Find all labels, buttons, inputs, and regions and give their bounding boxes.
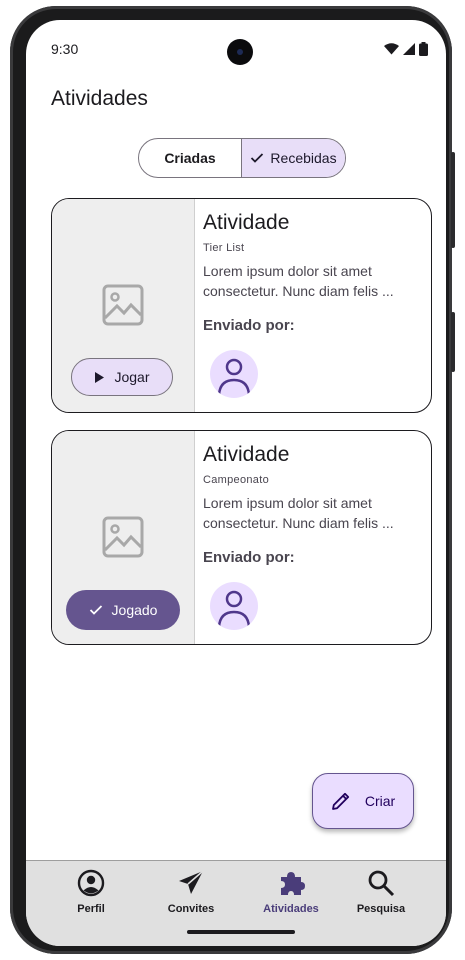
volume-button <box>451 312 455 372</box>
puzzle-icon <box>281 872 305 895</box>
nav-label-atividades: Atividades <box>263 903 319 915</box>
card-description: Lorem ipsum dolor sit amet consectetur. … <box>203 261 423 301</box>
play-button[interactable]: Jogar <box>71 358 173 396</box>
activity-thumbnail: Jogar <box>52 199 195 412</box>
send-icon <box>179 870 204 894</box>
status-time: 9:30 <box>51 41 79 57</box>
page-title: Atividades <box>51 87 148 110</box>
screen: 9:30 Atividades Criadas Recebidas Jogar … <box>26 20 446 946</box>
check-icon <box>251 153 264 163</box>
card-title: Atividade <box>203 211 290 234</box>
edit-pencil-icon <box>331 792 349 810</box>
nav-label-convites: Convites <box>167 903 215 915</box>
segment-recebidas-label: Recebidas <box>270 150 337 166</box>
played-button[interactable]: Jogado <box>66 590 180 630</box>
nav-item-convites[interactable]: Convites <box>141 869 241 915</box>
battery-icon <box>419 42 428 56</box>
segment-criadas[interactable]: Criadas <box>139 139 242 177</box>
create-fab[interactable]: Criar <box>312 773 414 829</box>
nav-item-pesquisa[interactable]: Pesquisa <box>331 869 431 915</box>
status-bar: 9:30 <box>26 20 446 65</box>
played-button-label: Jogado <box>111 602 158 618</box>
sender-avatar[interactable] <box>210 582 258 630</box>
image-placeholder-icon <box>102 284 144 326</box>
create-fab-label: Criar <box>364 793 396 809</box>
card-subtitle: Tier List <box>203 242 245 254</box>
card-description-line: Lorem ipsum dolor sit amet <box>203 263 372 279</box>
card-description-line: consectetur. Nunc diam felis ... <box>203 283 394 299</box>
phone-frame: 9:30 Atividades Criadas Recebidas Jogar … <box>10 6 455 954</box>
activity-card[interactable]: Jogado Atividade Campeonato Lorem ipsum … <box>51 430 432 645</box>
sent-by-label: Enviado por: <box>203 317 295 334</box>
search-icon <box>368 870 395 897</box>
account-circle-icon <box>77 869 105 897</box>
sender-avatar[interactable] <box>210 350 258 398</box>
sent-by-label: Enviado por: <box>203 549 295 566</box>
card-description: Lorem ipsum dolor sit amet consectetur. … <box>203 493 423 533</box>
image-placeholder-icon <box>102 516 144 558</box>
play-icon <box>95 371 105 383</box>
card-subtitle: Campeonato <box>203 474 269 486</box>
card-description-line: consectetur. Nunc diam felis ... <box>203 515 394 531</box>
segmented-filter: Criadas Recebidas <box>138 138 346 178</box>
status-icons <box>384 42 428 56</box>
activity-thumbnail: Jogado <box>52 431 195 644</box>
activity-card[interactable]: Jogar Atividade Tier List Lorem ipsum do… <box>51 198 432 413</box>
card-title: Atividade <box>203 443 290 466</box>
play-button-label: Jogar <box>114 369 150 385</box>
home-indicator[interactable] <box>187 930 295 934</box>
cellular-signal-icon <box>403 43 415 55</box>
nav-label-pesquisa: Pesquisa <box>356 903 406 915</box>
segment-criadas-label: Criadas <box>164 150 216 166</box>
nav-item-perfil[interactable]: Perfil <box>41 869 141 915</box>
nav-item-atividades[interactable]: Atividades <box>241 869 341 915</box>
front-camera <box>227 39 253 65</box>
check-icon <box>89 605 102 615</box>
nav-label-perfil: Perfil <box>77 903 105 915</box>
person-icon <box>217 358 251 396</box>
segment-recebidas[interactable]: Recebidas <box>242 139 345 177</box>
wifi-icon <box>384 43 399 55</box>
power-button <box>451 152 455 248</box>
person-icon <box>217 590 251 628</box>
card-description-line: Lorem ipsum dolor sit amet <box>203 495 372 511</box>
